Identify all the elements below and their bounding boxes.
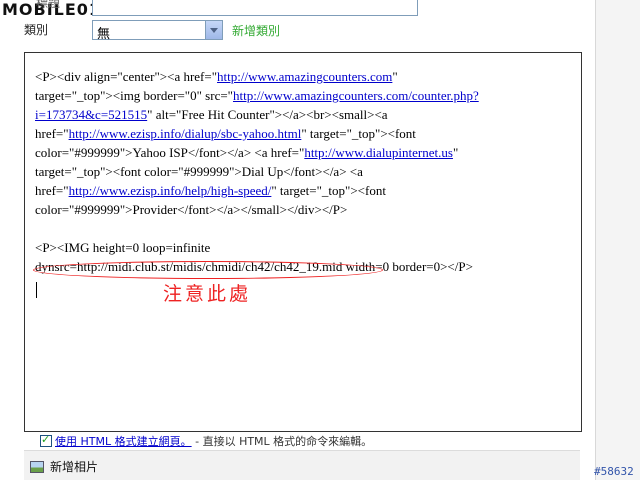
code-line: i=173734&c=521515" alt="Free Hit Counter… xyxy=(35,105,565,124)
code-text: " xyxy=(392,69,398,84)
code-url-link[interactable]: http://www.amazingcounters.com/counter.p… xyxy=(233,88,479,103)
add-category-link[interactable]: 新增類別 xyxy=(232,22,280,39)
code-url-link[interactable]: http://www.ezisp.info/dialup/sbc-yahoo.h… xyxy=(69,126,302,141)
code-line: target="_top"><font color="#999999">Dial… xyxy=(35,162,565,181)
code-text: " target="_top"><font xyxy=(301,126,416,141)
code-text: target="_top"><font color="#999999">Dial… xyxy=(35,164,363,179)
code-text: <P><IMG height=0 loop=infinite xyxy=(35,240,211,255)
add-photo-label: 新增相片 xyxy=(50,460,99,474)
code-url-link[interactable]: i=173734&c=521515 xyxy=(35,107,147,122)
code-text: " target="_top"><font xyxy=(271,183,386,198)
category-select[interactable]: 無 xyxy=(92,20,223,42)
html-editor-textarea[interactable]: <P><div align="center"><a href="http://w… xyxy=(24,52,582,432)
annotation-ellipse xyxy=(33,261,383,279)
code-text: href=" xyxy=(35,183,69,198)
editor-content: <P><div align="center"><a href="http://w… xyxy=(35,67,565,276)
add-photo-button[interactable]: 新增相片 xyxy=(30,458,98,475)
right-side-panel xyxy=(595,0,640,480)
annotation-text: 注意此處 xyxy=(163,283,252,305)
image-icon xyxy=(30,461,44,473)
code-url-link[interactable]: http://www.ezisp.info/help/high-speed/ xyxy=(69,183,272,198)
code-url-link[interactable]: http://www.dialupinternet.us xyxy=(304,145,453,160)
html-mode-label[interactable]: 使用 HTML 格式建立網頁。 xyxy=(55,435,192,448)
code-line: color="#999999">Provider</font></a></sma… xyxy=(35,200,565,219)
title-label: 標題 xyxy=(36,0,61,10)
code-text: target="_top"><img border="0" src=" xyxy=(35,88,233,103)
category-selected-value: 無 xyxy=(97,27,111,42)
attachments-bar xyxy=(24,450,580,480)
code-text: color="#999999">Provider</font></a></sma… xyxy=(35,202,348,217)
html-mode-checkbox[interactable] xyxy=(40,433,52,447)
code-line: color="#999999">Yahoo ISP</font></a> <a … xyxy=(35,143,565,162)
code-line: href="http://www.ezisp.info/dialup/sbc-y… xyxy=(35,124,565,143)
code-text: color="#999999">Yahoo ISP</font></a> <a … xyxy=(35,145,305,160)
title-input[interactable] xyxy=(92,0,418,16)
code-line: target="_top"><img border="0" src="http:… xyxy=(35,86,565,105)
code-text: " xyxy=(452,145,459,160)
chevron-down-icon[interactable] xyxy=(205,21,222,39)
left-margin xyxy=(0,0,24,480)
html-mode-option[interactable]: 使用 HTML 格式建立網頁。 - 直接以 HTML 格式的命令來編輯。 xyxy=(40,433,372,449)
code-line: <P><IMG height=0 loop=infinite xyxy=(35,238,565,257)
category-label: 類別 xyxy=(24,23,49,37)
code-text: " alt="Free Hit Counter"></a><br><small>… xyxy=(147,107,388,122)
code-text: href=" xyxy=(35,126,69,141)
code-text: <P><div align="center"><a href=" xyxy=(35,69,218,84)
html-mode-hint: - 直接以 HTML 格式的命令來編輯。 xyxy=(191,435,373,448)
post-id: #58632 xyxy=(594,465,634,478)
text-cursor xyxy=(36,282,37,298)
code-url-link[interactable]: http://www.amazingcounters.com xyxy=(217,69,392,84)
code-line: <P><div align="center"><a href="http://w… xyxy=(35,67,565,86)
code-line: href="http://www.ezisp.info/help/high-sp… xyxy=(35,181,565,200)
